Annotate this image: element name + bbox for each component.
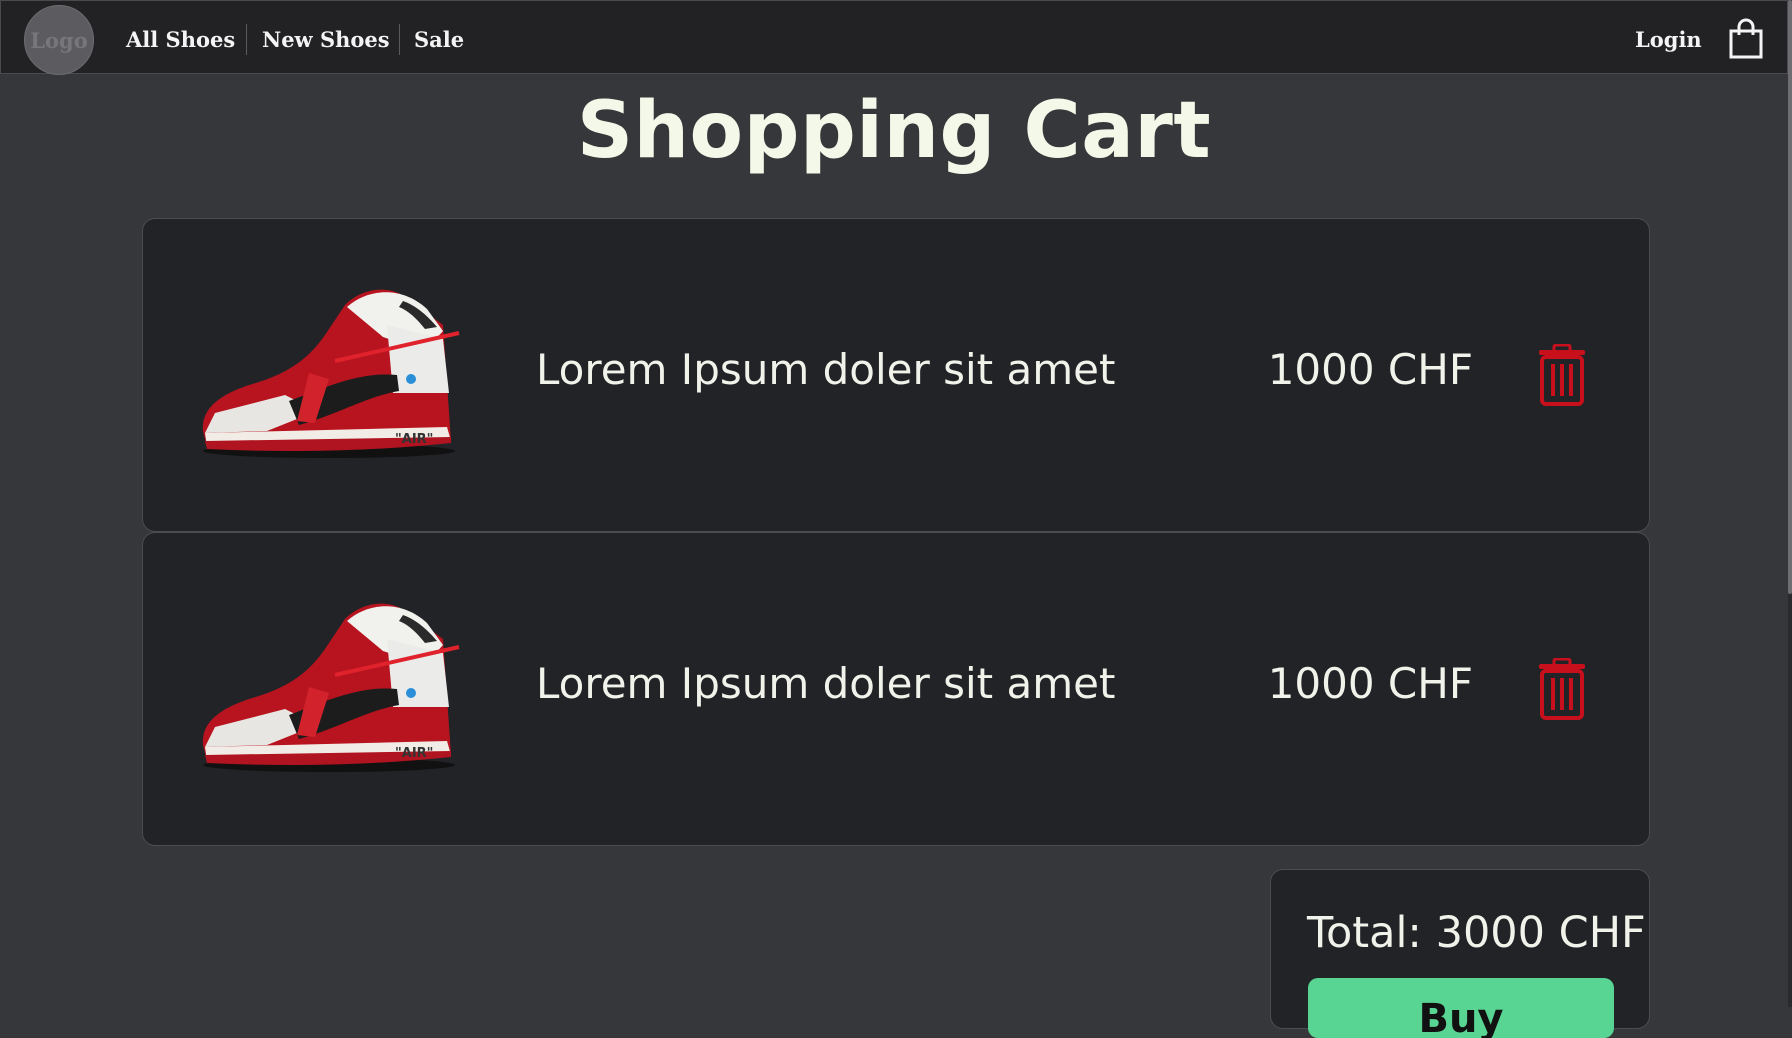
shopping-bag-icon[interactable] [1727,18,1765,60]
cart-item: "AIR" Lorem Ipsum doler sit amet 1000 CH… [142,532,1650,846]
page-title: Shopping Cart [576,86,1212,176]
svg-text:"AIR": "AIR" [395,432,433,447]
buy-button[interactable]: Buy [1308,978,1614,1038]
sneaker-red-white-image: "AIR" [197,281,461,461]
item-name: Lorem Ipsum doler sit amet [536,659,1116,708]
cart-total: Total: 3000 CHF [1307,908,1646,958]
item-price: 1000 CHF [1267,659,1473,708]
svg-text:"AIR": "AIR" [395,746,433,761]
nav-divider [246,24,247,55]
logo[interactable]: Logo [24,5,94,75]
item-price: 1000 CHF [1267,345,1473,394]
cart-total-panel: Total: 3000 CHF Buy [1270,869,1650,1038]
sneaker-red-white-image: "AIR" [197,595,461,775]
nav-link-all-shoes[interactable]: All Shoes [126,21,235,59]
trash-icon[interactable] [1537,343,1587,406]
nav-divider [399,24,400,55]
nav-link-new-shoes[interactable]: New Shoes [262,21,390,59]
top-navbar: Logo All Shoes New Shoes Sale Login [0,0,1788,75]
trash-icon[interactable] [1537,657,1587,720]
scrollbar-thumb[interactable] [1788,0,1792,594]
cart-item: "AIR" Lorem Ipsum doler sit amet 1000 CH… [142,218,1650,532]
nav-link-sale[interactable]: Sale [414,21,464,59]
page-scrollbar[interactable] [1788,0,1792,1007]
item-name: Lorem Ipsum doler sit amet [536,345,1116,394]
login-link[interactable]: Login [1635,21,1702,59]
